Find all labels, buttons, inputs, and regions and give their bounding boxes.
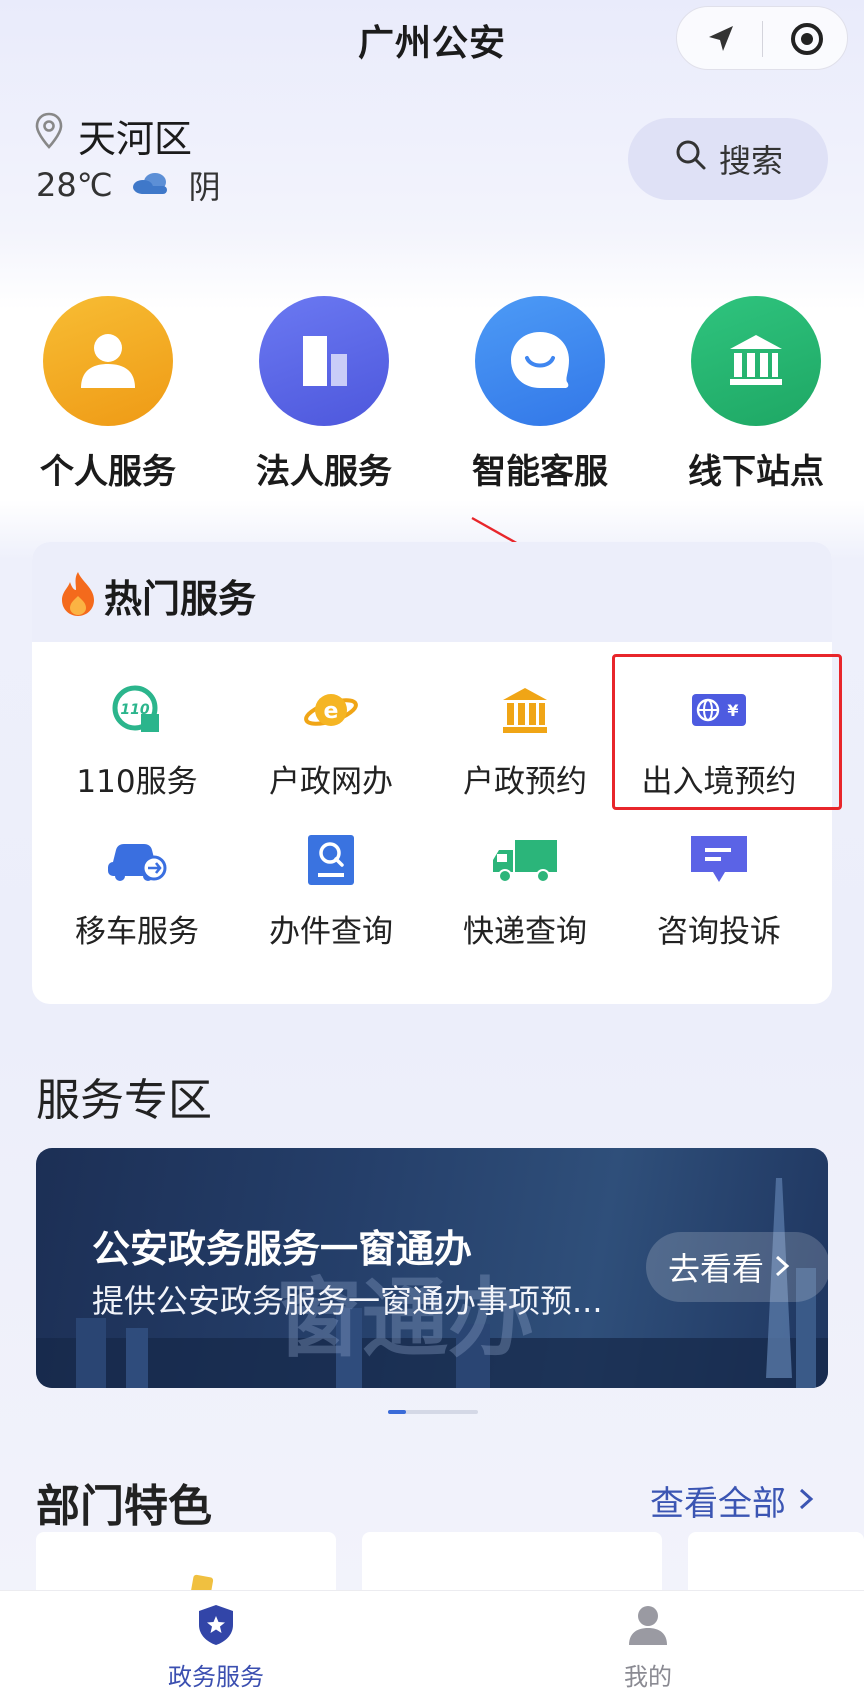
capsule-divider [762, 21, 763, 57]
hot-services-title: 热门服务 [104, 577, 257, 621]
weather-row: 28℃ 阴 [36, 162, 221, 208]
carousel-indicator-active [388, 1410, 406, 1414]
chevron-right-icon [798, 1481, 814, 1521]
bank-icon [490, 682, 560, 738]
user-icon [627, 1606, 669, 1651]
chevron-right-icon [774, 1248, 790, 1286]
tab-label: 政务服务 [168, 1663, 264, 1691]
quick-service-offline[interactable]: 线下站点 [688, 296, 824, 492]
cloud-icon [131, 166, 171, 204]
truck-icon [490, 832, 560, 888]
location-row[interactable]: 天河区 [34, 108, 192, 163]
weather-text: 阴 [188, 168, 221, 206]
service-zone-banner[interactable]: 窗通办 公安政务服务一窗通办 提供公安政务服务一窗通办事项预... 去看看 [36, 1148, 828, 1388]
service-110[interactable]: 110 110服务 [40, 682, 234, 801]
view-all-label: 查看全部 [650, 1484, 786, 1524]
svg-text:110: 110 [120, 702, 149, 718]
banner-go-label: 去看看 [668, 1250, 765, 1288]
banner-title: 公安政务服务一窗通办 [92, 1227, 473, 1271]
search-label: 搜索 [718, 142, 783, 180]
miniprogram-capsule [676, 6, 848, 70]
quick-service-label: 智能客服 [472, 452, 608, 492]
person-icon [43, 296, 173, 426]
chat-icon [475, 296, 605, 426]
bank-icon [691, 296, 821, 426]
highlight-box [612, 654, 842, 810]
building-icon [259, 296, 389, 426]
quick-service-label: 法人服务 [256, 452, 392, 492]
hot-services-header: 热门服务 [32, 542, 832, 642]
quick-service-label: 线下站点 [688, 452, 824, 492]
110-icon: 110 [102, 682, 172, 738]
flame-icon [60, 570, 96, 620]
service-label: 快递查询 [463, 914, 587, 950]
service-household-online[interactable]: e 户政网办 [234, 682, 428, 801]
banner-go-button[interactable]: 去看看 [646, 1232, 828, 1302]
police-shield-icon [195, 1605, 237, 1651]
quick-service-personal[interactable]: 个人服务 [40, 296, 176, 492]
service-express-query[interactable]: 快递查询 [428, 832, 622, 951]
location-pin-icon [34, 112, 64, 159]
quick-service-label: 个人服务 [40, 452, 176, 492]
service-label: 移车服务 [75, 914, 199, 950]
service-label: 110服务 [76, 764, 198, 800]
district-name: 天河区 [78, 117, 193, 161]
svg-text:e: e [324, 699, 339, 724]
search-button[interactable]: 搜索 [628, 118, 828, 200]
tab-label: 我的 [624, 1663, 672, 1691]
service-consult-complaint[interactable]: 咨询投诉 [622, 832, 816, 951]
quick-service-chat[interactable]: 智能客服 [472, 296, 608, 492]
quick-service-legal[interactable]: 法人服务 [256, 296, 392, 492]
service-label: 户政预约 [463, 764, 587, 800]
service-move-car[interactable]: 移车服务 [40, 832, 234, 951]
banner-subtitle: 提供公安政务服务一窗通办事项预... [92, 1282, 603, 1320]
search-icon [673, 137, 709, 181]
service-case-query[interactable]: 办件查询 [234, 832, 428, 951]
service-label: 办件查询 [269, 914, 393, 950]
department-title: 部门特色 [36, 1481, 212, 1532]
tab-mine[interactable]: 我的 [548, 1603, 748, 1692]
message-icon [684, 832, 754, 888]
temperature: 28℃ [36, 166, 113, 204]
tab-gov-services[interactable]: 政务服务 [116, 1603, 316, 1692]
document-search-icon [296, 832, 366, 888]
service-zone-title: 服务专区 [36, 1075, 212, 1126]
e-globe-icon: e [296, 682, 366, 738]
service-label: 户政网办 [269, 764, 393, 800]
service-household-appointment[interactable]: 户政预约 [428, 682, 622, 801]
car-icon [102, 832, 172, 888]
view-all-link[interactable]: 查看全部 [650, 1476, 814, 1525]
navigation-arrow-icon[interactable] [705, 23, 737, 59]
bottom-tab-bar: 政务服务 我的 [0, 1590, 864, 1699]
close-target-icon[interactable] [789, 21, 825, 61]
service-label: 咨询投诉 [657, 914, 781, 950]
